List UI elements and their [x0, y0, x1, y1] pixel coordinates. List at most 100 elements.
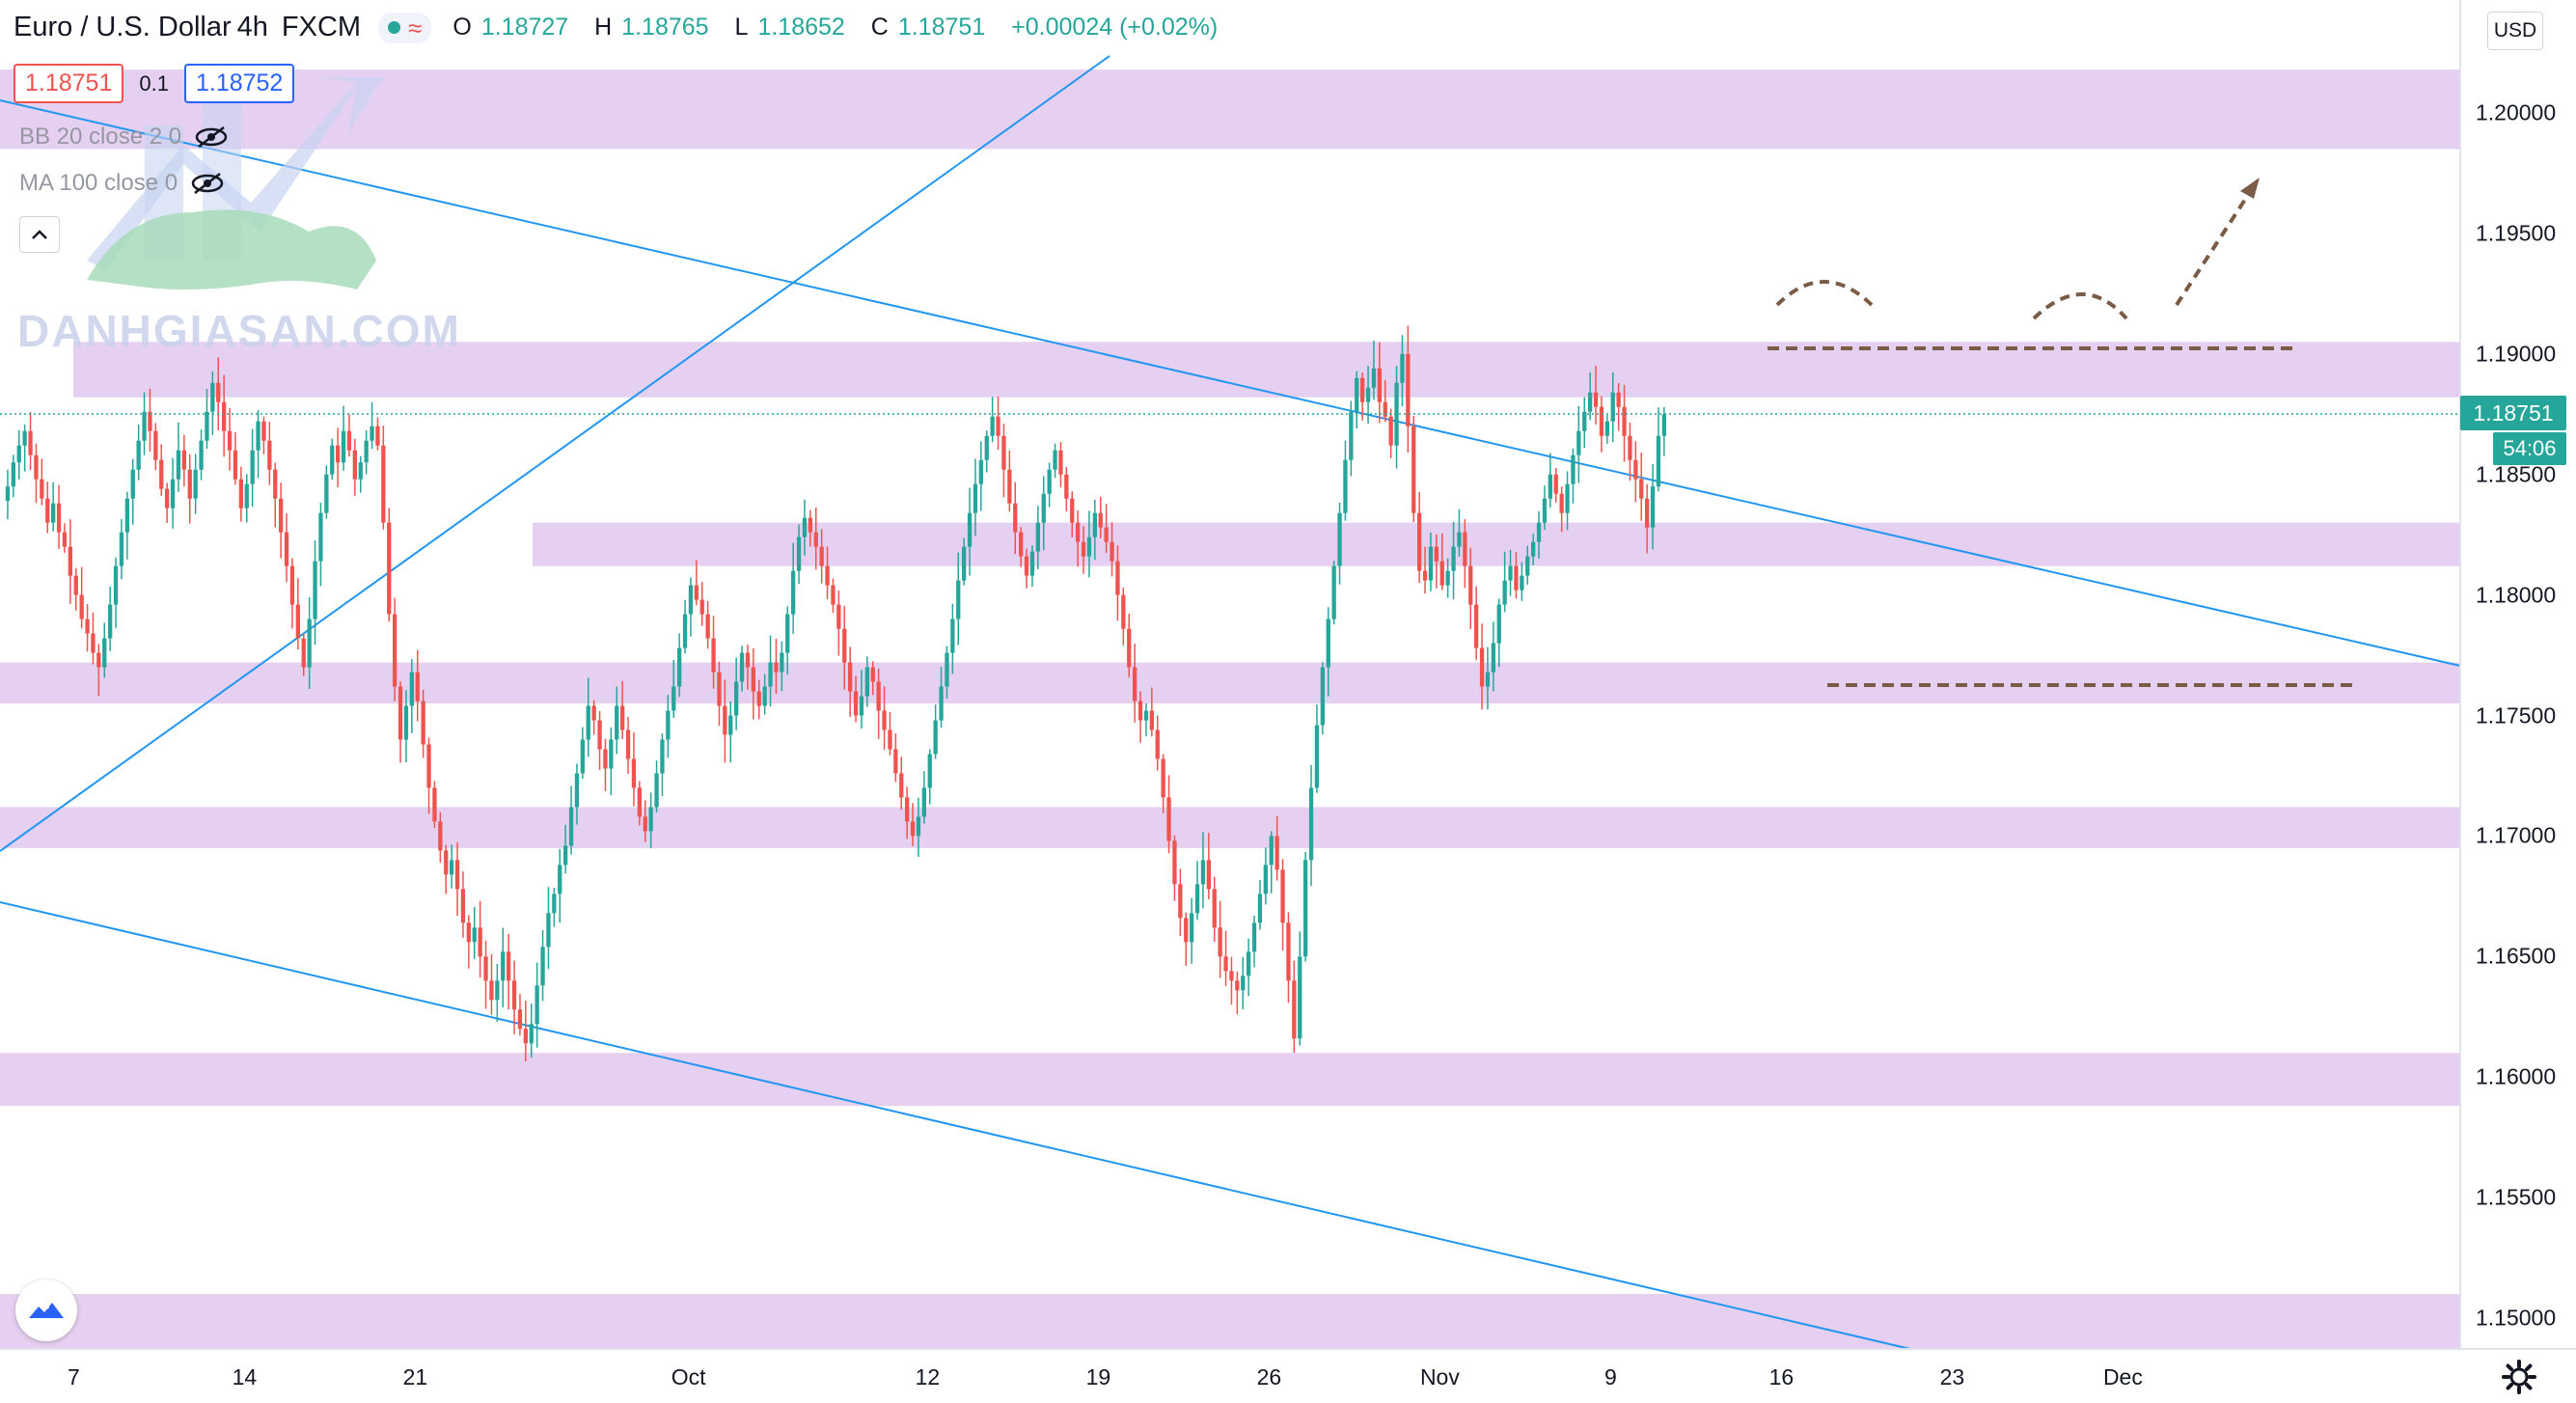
- candle-body: [774, 662, 779, 673]
- candle-body: [28, 430, 33, 455]
- candle-body: [529, 1024, 534, 1044]
- candle-body: [1257, 894, 1263, 923]
- candle-body: [916, 816, 921, 837]
- ohlc-values: O 1.18727 H 1.18765 L 1.18652 C 1.18751 +0.0…: [452, 14, 1219, 41]
- candle-body: [978, 459, 983, 484]
- candle-body: [1110, 541, 1114, 562]
- candle-body: [1218, 927, 1222, 957]
- bar-countdown: 54:06: [2493, 432, 2566, 465]
- candle-body: [1070, 498, 1075, 523]
- buy-price-button[interactable]: 1.18752: [183, 64, 295, 103]
- settings-gear-icon[interactable]: [2501, 1359, 2537, 1395]
- candle-body: [734, 681, 739, 716]
- candle-body: [1388, 416, 1393, 446]
- candle-body: [1371, 368, 1377, 388]
- candle-body: [591, 705, 596, 721]
- candle-body: [1337, 512, 1342, 566]
- candle-body: [1633, 459, 1638, 480]
- candle-body: [370, 426, 374, 441]
- last-price-label: 1.18751: [2460, 396, 2566, 430]
- candle-body: [472, 927, 477, 943]
- time-tick-label: 21: [402, 1364, 428, 1389]
- price-tick-label: 1.19000: [2476, 341, 2557, 367]
- candle-body: [1622, 406, 1627, 436]
- candle-body: [1143, 710, 1149, 721]
- candle-body: [51, 503, 56, 523]
- candle-body: [637, 787, 642, 817]
- candle-body: [1576, 430, 1581, 455]
- currency-button[interactable]: USD: [2487, 12, 2543, 50]
- candle-body: [375, 426, 380, 446]
- candle-body: [108, 604, 113, 639]
- candle-body: [643, 816, 647, 832]
- candle-body: [1013, 503, 1018, 533]
- tradingview-logo[interactable]: [15, 1279, 77, 1341]
- candle-body: [250, 450, 255, 484]
- candle-body: [899, 773, 904, 798]
- price-chart[interactable]: [0, 0, 2576, 1403]
- interval[interactable]: 4h: [237, 12, 268, 43]
- candle-body: [199, 440, 204, 470]
- candle-body: [295, 604, 300, 639]
- candle-body: [1320, 667, 1325, 726]
- candle-body: [1161, 758, 1165, 798]
- candle-body: [289, 565, 295, 605]
- indicator-label: BB 20 close 2 0: [19, 124, 182, 150]
- candle-body: [346, 430, 352, 451]
- candle-body: [279, 498, 284, 533]
- candle-body: [1593, 392, 1599, 407]
- candle-body: [426, 744, 431, 788]
- candle-body: [1286, 922, 1291, 981]
- candle-body: [1292, 980, 1297, 1039]
- candle-body: [387, 522, 392, 615]
- symbol-name[interactable]: Euro / U.S. Dollar: [14, 12, 232, 43]
- time-tick-label: 19: [1085, 1364, 1111, 1389]
- candle-body: [432, 787, 437, 822]
- high-value: 1.18765: [621, 14, 709, 41]
- candle-body: [193, 469, 198, 499]
- candle-body: [176, 450, 181, 480]
- candle-body: [1058, 450, 1063, 475]
- eye-hidden-icon[interactable]: [195, 126, 228, 148]
- candle-body: [1502, 580, 1507, 605]
- time-tick-label: 7: [67, 1364, 80, 1389]
- candle-body: [1200, 860, 1206, 885]
- candle-body: [307, 619, 312, 668]
- candle-body: [1525, 556, 1530, 576]
- indicator-ma[interactable]: MA 100 close 0: [19, 170, 224, 197]
- candle-body: [233, 450, 238, 480]
- wave-icon: ≈: [408, 13, 423, 42]
- candle-body: [1639, 479, 1644, 499]
- candle-body: [40, 479, 44, 499]
- candle-body: [1190, 913, 1194, 943]
- collapse-legend-button[interactable]: [19, 216, 60, 253]
- candle-body: [1485, 672, 1491, 687]
- candle-body: [1184, 918, 1189, 943]
- sell-price-button[interactable]: 1.18751: [14, 64, 124, 103]
- candle-body: [1137, 701, 1143, 721]
- status-badges[interactable]: ≈: [378, 12, 432, 43]
- candle-body: [1229, 971, 1234, 981]
- candle-body: [842, 628, 847, 663]
- candle-body: [1411, 426, 1416, 513]
- candle-body: [620, 705, 625, 730]
- candle-body: [1422, 570, 1428, 581]
- candle-body: [962, 546, 967, 581]
- eye-hidden-icon[interactable]: [191, 173, 224, 194]
- candle-body: [813, 532, 818, 547]
- candle-body: [1604, 421, 1609, 436]
- candle-body: [91, 633, 96, 653]
- indicator-bb[interactable]: BB 20 close 2 0: [19, 124, 228, 151]
- candle-body: [745, 652, 751, 668]
- candle-body: [882, 710, 887, 730]
- candle-body: [677, 647, 682, 687]
- candle-body: [1206, 860, 1211, 890]
- candle-body: [1241, 976, 1246, 991]
- candle-body: [648, 807, 653, 832]
- candle-body: [130, 469, 135, 499]
- candle-body: [5, 486, 11, 502]
- candle-body: [1434, 546, 1439, 562]
- candle-body: [415, 672, 420, 702]
- candle-body: [136, 440, 141, 470]
- candle-body: [170, 479, 176, 509]
